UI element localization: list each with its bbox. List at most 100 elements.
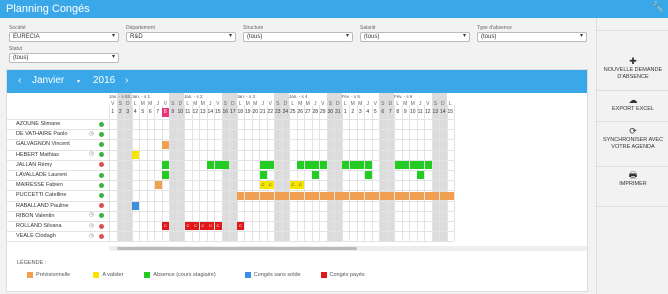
absence-cell[interactable]	[417, 161, 424, 169]
absence-cell[interactable]	[304, 161, 312, 169]
absence-cell[interactable]	[424, 161, 432, 169]
absence-cell[interactable]	[432, 191, 439, 200]
absence-cell[interactable]	[259, 161, 267, 169]
absence-cell[interactable]	[409, 161, 417, 169]
absence-cell[interactable]	[289, 191, 297, 200]
absence-cell[interactable]	[252, 191, 259, 200]
clock-icon[interactable]: ◷	[89, 233, 94, 239]
employee-name[interactable]: ROLLAND Silvana	[16, 223, 62, 229]
employee-name[interactable]: RIBON Valentin	[16, 213, 54, 219]
clock-icon[interactable]: ◷	[89, 131, 94, 137]
absence-cell[interactable]	[327, 191, 334, 200]
sync-agenda-button[interactable]: ⟳ SYNCHRONISER AVEC VOTRE AGENDA	[597, 126, 668, 151]
absence-cell[interactable]: C	[267, 181, 274, 190]
absence-cell[interactable]	[312, 171, 319, 180]
employee-name[interactable]: MAIRESSE Fabien	[16, 182, 63, 188]
absence-cell[interactable]: C	[184, 222, 192, 231]
salarie-select[interactable]: (tous) ▾	[360, 32, 470, 42]
new-request-button[interactable]: ✚ NOUVELLE DEMANDE D'ABSENCE	[597, 56, 668, 81]
absence-cell[interactable]	[394, 161, 402, 169]
print-button[interactable]: 🖶 IMPRIMER	[597, 170, 668, 188]
absence-cell[interactable]	[207, 161, 214, 169]
departement-select[interactable]: R&D ▾	[126, 32, 236, 42]
absence-cell[interactable]	[402, 161, 409, 169]
export-excel-button[interactable]: ☁ EXPORT EXCEL	[597, 95, 668, 113]
absence-cell[interactable]	[259, 171, 267, 180]
employee-name[interactable]: HEBERT Mathias	[16, 152, 59, 158]
employee-name[interactable]: PUCCETTI Catelline	[16, 192, 66, 198]
absence-cell[interactable]	[267, 161, 274, 169]
employee-name[interactable]: LAVALLADE Laurent	[16, 172, 67, 178]
absence-cell[interactable]	[439, 191, 447, 200]
absence-cell[interactable]	[304, 191, 312, 200]
absence-cell[interactable]	[417, 191, 424, 200]
absence-cell[interactable]: C	[199, 222, 207, 231]
absence-cell[interactable]: C	[192, 222, 199, 231]
absence-cell[interactable]	[214, 161, 222, 169]
type-absence-select[interactable]: (tous) ▾	[477, 32, 587, 42]
absence-cell[interactable]	[162, 140, 169, 149]
absence-cell[interactable]	[259, 191, 267, 200]
horizontal-scrollbar[interactable]	[109, 246, 587, 251]
structure-select[interactable]: (tous) ▾	[243, 32, 353, 42]
absence-cell[interactable]: C	[162, 222, 169, 231]
absence-cell[interactable]	[312, 191, 319, 200]
absence-cell[interactable]	[357, 161, 364, 169]
prev-month-icon[interactable]: ‹	[18, 75, 21, 86]
year-label[interactable]: 2016	[93, 75, 115, 86]
wrench-icon[interactable]: 🔧	[652, 2, 664, 13]
absence-cell[interactable]: C	[207, 222, 214, 231]
clock-icon[interactable]: ◷	[89, 151, 94, 157]
employee-name[interactable]: AZOUNE Slimane	[16, 121, 60, 127]
absence-cell[interactable]	[312, 161, 319, 169]
absence-cell[interactable]	[417, 171, 424, 180]
absence-cell[interactable]	[162, 171, 169, 180]
absence-cell[interactable]	[267, 191, 274, 200]
absence-cell[interactable]: C	[214, 222, 222, 231]
absence-cell[interactable]	[319, 191, 327, 200]
absence-cell[interactable]	[132, 150, 139, 159]
employee-name[interactable]: RABALLAND Pauline	[16, 203, 69, 209]
absence-cell[interactable]	[364, 191, 372, 200]
absence-cell[interactable]	[379, 191, 387, 200]
employee-name[interactable]: DE VATHAIRE Paolo	[16, 131, 67, 137]
scrollbar-thumb[interactable]	[117, 247, 357, 250]
absence-cell[interactable]	[342, 161, 349, 169]
absence-cell[interactable]	[387, 191, 394, 200]
absence-cell[interactable]	[319, 161, 327, 169]
absence-cell[interactable]	[237, 191, 244, 200]
absence-cell[interactable]	[297, 161, 304, 169]
absence-cell[interactable]	[349, 191, 357, 200]
absence-cell[interactable]	[357, 191, 364, 200]
absence-cell[interactable]	[334, 191, 342, 200]
chevron-down-icon[interactable]: ▾	[77, 78, 80, 85]
absence-cell[interactable]	[364, 161, 372, 169]
absence-cell[interactable]	[364, 171, 372, 180]
employee-name[interactable]: VEALE Clodagh	[16, 233, 56, 239]
societe-select[interactable]: EURECIA ▾	[9, 32, 119, 42]
clock-icon[interactable]: ◷	[89, 212, 94, 218]
absence-cell[interactable]	[349, 161, 357, 169]
absence-cell[interactable]	[342, 191, 349, 200]
absence-cell[interactable]	[394, 191, 402, 200]
next-month-icon[interactable]: ›	[125, 75, 128, 86]
absence-cell[interactable]	[282, 191, 289, 200]
employee-name[interactable]: GALVAGNON Vincent	[16, 141, 70, 147]
absence-cell[interactable]	[222, 161, 229, 169]
absence-cell[interactable]	[154, 181, 162, 190]
absence-cell[interactable]	[409, 191, 417, 200]
employee-name[interactable]: JALLAN Rémy	[16, 162, 52, 168]
month-label[interactable]: Janvier	[32, 75, 64, 86]
absence-cell[interactable]: C	[289, 181, 297, 190]
absence-cell[interactable]	[297, 191, 304, 200]
absence-cell[interactable]	[424, 191, 432, 200]
absence-cell[interactable]	[402, 191, 409, 200]
absence-cell[interactable]	[244, 191, 252, 200]
clock-icon[interactable]: ◷	[89, 223, 94, 229]
absence-cell[interactable]	[274, 191, 282, 200]
absence-cell[interactable]	[162, 161, 169, 169]
absence-cell[interactable]: C	[237, 222, 244, 231]
absence-cell[interactable]: C	[297, 181, 304, 190]
absence-cell[interactable]	[132, 201, 139, 210]
absence-cell[interactable]	[372, 191, 379, 200]
